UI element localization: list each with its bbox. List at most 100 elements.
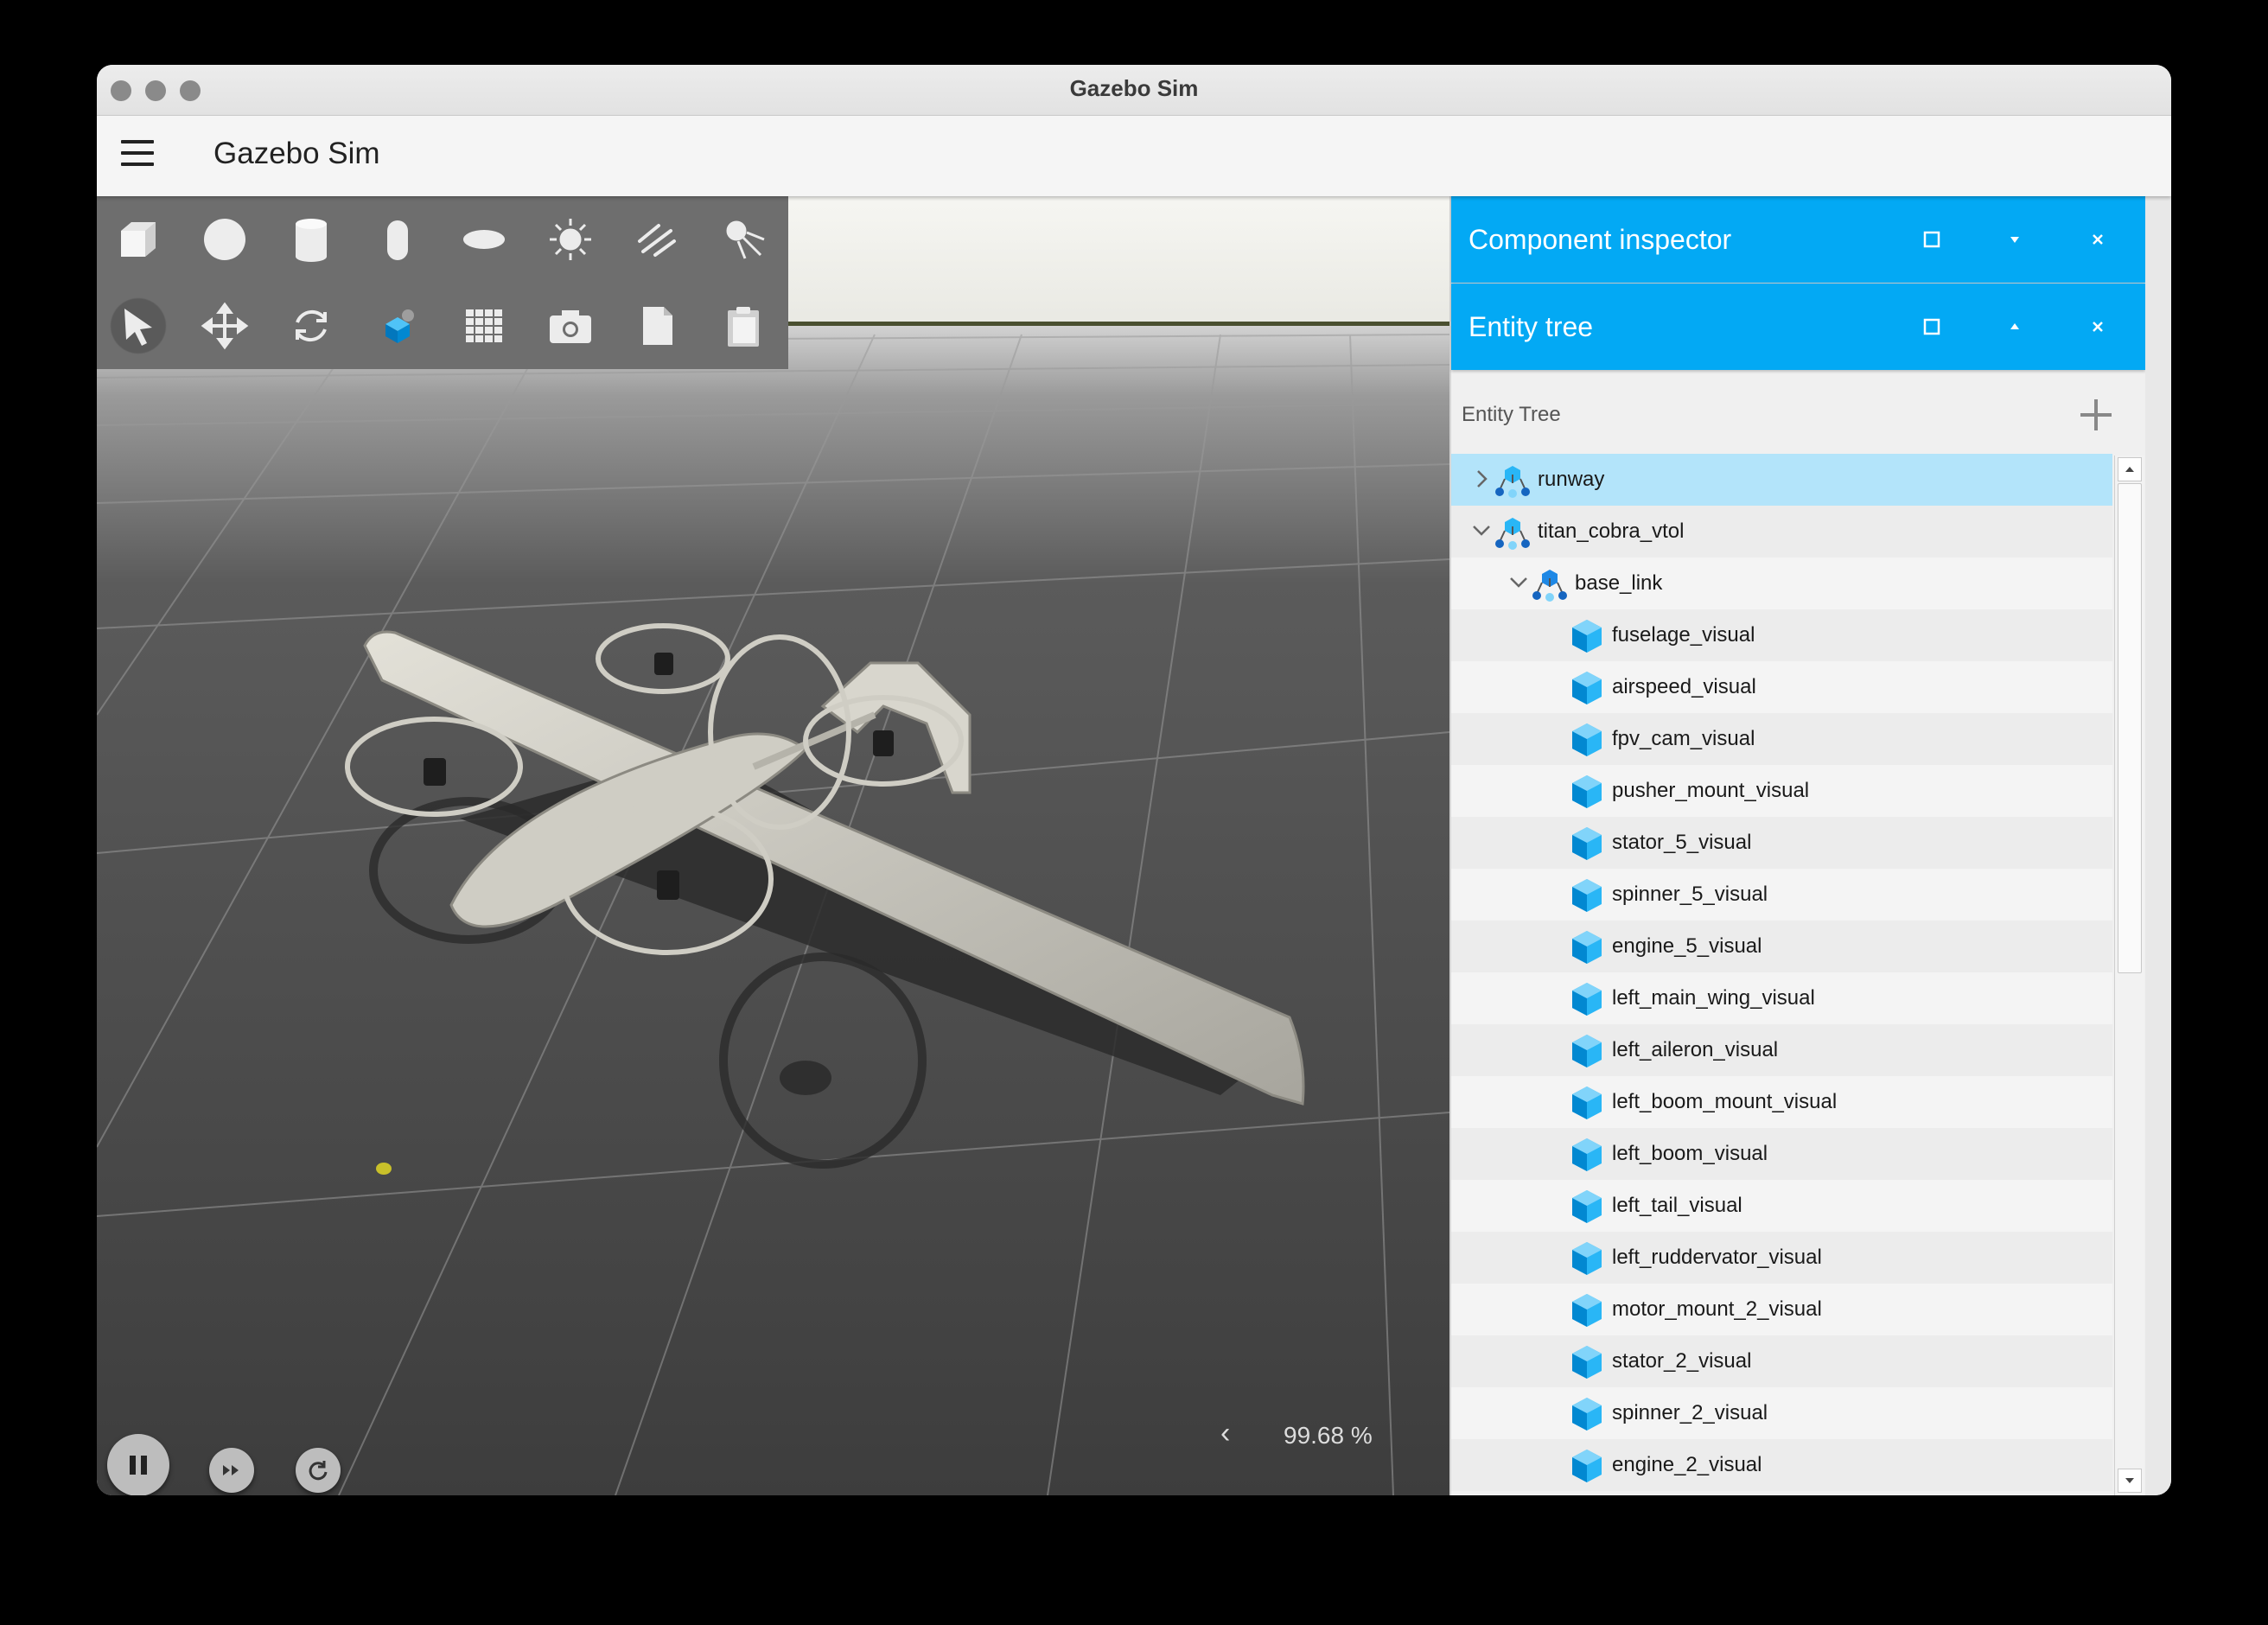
maximize-icon[interactable]	[1913, 308, 1951, 346]
scroll-up-arrow-icon[interactable]	[2118, 457, 2142, 481]
right-dock: Component inspector Entity tree Entity T…	[1449, 196, 2147, 1495]
tree-row-runway[interactable]: runway	[1451, 454, 2112, 506]
tree-row-left-tail-visual[interactable]: left_tail_visual	[1451, 1180, 2112, 1232]
tree-item-label: base_link	[1575, 571, 1663, 595]
spot-light-icon[interactable]	[709, 205, 778, 274]
tree-row-spinner-5-visual[interactable]: spinner_5_visual	[1451, 869, 2112, 921]
entity-tree-scrollbar[interactable]	[2114, 456, 2144, 1495]
rtf-expand-chevron-icon[interactable]: ‹	[1220, 1417, 1230, 1450]
tree-item-label: left_ruddervator_visual	[1612, 1246, 1822, 1269]
window-titlebar: Gazebo Sim	[97, 65, 2171, 116]
entity-tree-title: Entity tree	[1468, 311, 1594, 342]
entity-tree-toolbar: Entity Tree	[1451, 372, 2145, 458]
scroll-down-arrow-icon[interactable]	[2118, 1469, 2142, 1493]
capsule-icon[interactable]	[363, 205, 432, 274]
directional-light-icon[interactable]	[622, 205, 691, 274]
component-inspector-title: Component inspector	[1468, 224, 1732, 255]
add-entity-plus-icon[interactable]	[2075, 394, 2117, 436]
tree-row-pusher-mount-visual[interactable]: pusher_mount_visual	[1451, 765, 2112, 817]
hamburger-menu-icon[interactable]	[121, 140, 154, 169]
copy-icon[interactable]	[622, 291, 691, 360]
real-time-factor: 99.68 %	[1284, 1422, 1373, 1449]
visual-icon	[1572, 827, 1602, 860]
tree-item-label: spinner_5_visual	[1612, 883, 1768, 906]
translate-icon[interactable]	[190, 291, 259, 360]
tree-row-stator-5-visual[interactable]: stator_5_visual	[1451, 817, 2112, 869]
tree-row-fuselage-visual[interactable]: fuselage_visual	[1451, 609, 2112, 661]
tree-row-left-main-wing-visual[interactable]: left_main_wing_visual	[1451, 972, 2112, 1024]
app-bar: Gazebo Sim	[97, 116, 2171, 196]
tree-row-fpv-cam-visual[interactable]: fpv_cam_visual	[1451, 713, 2112, 765]
tree-row-left-ruddervator-visual[interactable]: left_ruddervator_visual	[1451, 1232, 2112, 1284]
visual-icon	[1572, 983, 1602, 1016]
grid-config-icon[interactable]	[449, 291, 519, 360]
pause-icon	[130, 1456, 147, 1475]
visual-icon	[1572, 620, 1602, 653]
visual-icon	[1572, 1242, 1602, 1275]
box-icon[interactable]	[104, 205, 173, 274]
maximize-icon[interactable]	[1913, 220, 1951, 258]
model-icon	[1495, 518, 1530, 550]
chevron-right-icon[interactable]	[1468, 466, 1494, 492]
tree-item-label: fpv_cam_visual	[1612, 727, 1755, 750]
scene-toolbar	[97, 196, 788, 369]
entity-tree-list: runway titan_cobra_vtol base_link fuselage_…	[1451, 454, 2112, 1495]
tree-item-label: engine_2_visual	[1612, 1453, 1762, 1476]
scene-3d-viewport[interactable]: ‹ 99.68 %	[97, 196, 1449, 1495]
tree-item-label: engine_5_visual	[1612, 934, 1762, 958]
collapse-up-icon[interactable]	[1996, 308, 2034, 346]
tree-row-left-boom-mount-visual[interactable]: left_boom_mount_visual	[1451, 1076, 2112, 1128]
visual-icon	[1572, 672, 1602, 704]
scene-render	[97, 196, 1449, 1495]
chevron-down-icon[interactable]	[1506, 570, 1532, 596]
tree-row-engine-5-visual[interactable]: engine_5_visual	[1451, 921, 2112, 972]
visual-icon	[1572, 1190, 1602, 1223]
tree-row-left-aileron-visual[interactable]: left_aileron_visual	[1451, 1024, 2112, 1076]
component-inspector-header[interactable]: Component inspector	[1451, 196, 2145, 283]
tree-item-label: left_main_wing_visual	[1612, 986, 1815, 1010]
reset-icon	[309, 1461, 328, 1481]
scrollbar-thumb[interactable]	[2118, 483, 2142, 973]
tree-row-stator-2-visual[interactable]: stator_2_visual	[1451, 1335, 2112, 1387]
select-arrow-icon[interactable]	[104, 291, 173, 360]
pause-button[interactable]	[107, 1434, 169, 1495]
tree-row-airspeed-visual[interactable]: airspeed_visual	[1451, 661, 2112, 713]
tree-row-base-link[interactable]: base_link	[1451, 558, 2112, 609]
tree-item-label: stator_2_visual	[1612, 1349, 1752, 1373]
tree-item-label: runway	[1538, 468, 1605, 491]
tree-item-label: left_boom_mount_visual	[1612, 1090, 1838, 1113]
tree-row-motor-mount-2-visual[interactable]: motor_mount_2_visual	[1451, 1284, 2112, 1335]
tree-row-left-boom-visual[interactable]: left_boom_visual	[1451, 1128, 2112, 1180]
sphere-icon[interactable]	[190, 205, 259, 274]
tree-item-label: titan_cobra_vtol	[1538, 519, 1685, 543]
sun-icon[interactable]	[536, 205, 605, 274]
visual-icon	[1572, 723, 1602, 756]
camera-icon[interactable]	[536, 291, 605, 360]
ellipsoid-icon[interactable]	[449, 205, 519, 274]
reset-button[interactable]	[296, 1448, 341, 1493]
collapse-down-icon[interactable]	[1996, 220, 2034, 258]
window-title: Gazebo Sim	[1069, 75, 1199, 101]
close-icon[interactable]	[2079, 308, 2117, 346]
close-icon[interactable]	[2079, 220, 2117, 258]
visual-icon	[1572, 1035, 1602, 1067]
visual-icon	[1572, 1087, 1602, 1119]
tree-row-engine-2-visual[interactable]: engine_2_visual	[1451, 1439, 2112, 1491]
app-window: Gazebo Sim Gazebo Sim ‹ 99.68 % Componen…	[97, 65, 2171, 1495]
step-forward-icon	[223, 1465, 239, 1475]
cylinder-icon[interactable]	[277, 205, 346, 274]
visual-icon	[1572, 931, 1602, 964]
tree-row-titan-cobra-vtol[interactable]: titan_cobra_vtol	[1451, 506, 2112, 558]
transform-mode-icon[interactable]	[363, 291, 432, 360]
entity-tree-label: Entity Tree	[1462, 403, 1561, 426]
chevron-down-icon[interactable]	[1468, 518, 1494, 544]
app-title: Gazebo Sim	[213, 137, 380, 170]
tree-row-spinner-2-visual[interactable]: spinner_2_visual	[1451, 1387, 2112, 1439]
step-button[interactable]	[209, 1448, 254, 1493]
tree-item-label: left_tail_visual	[1612, 1194, 1742, 1217]
rotate-icon[interactable]	[277, 291, 346, 360]
entity-tree-header[interactable]: Entity tree	[1451, 284, 2145, 370]
visual-icon	[1572, 879, 1602, 912]
paste-icon[interactable]	[709, 291, 778, 360]
tree-item-label: airspeed_visual	[1612, 675, 1756, 698]
